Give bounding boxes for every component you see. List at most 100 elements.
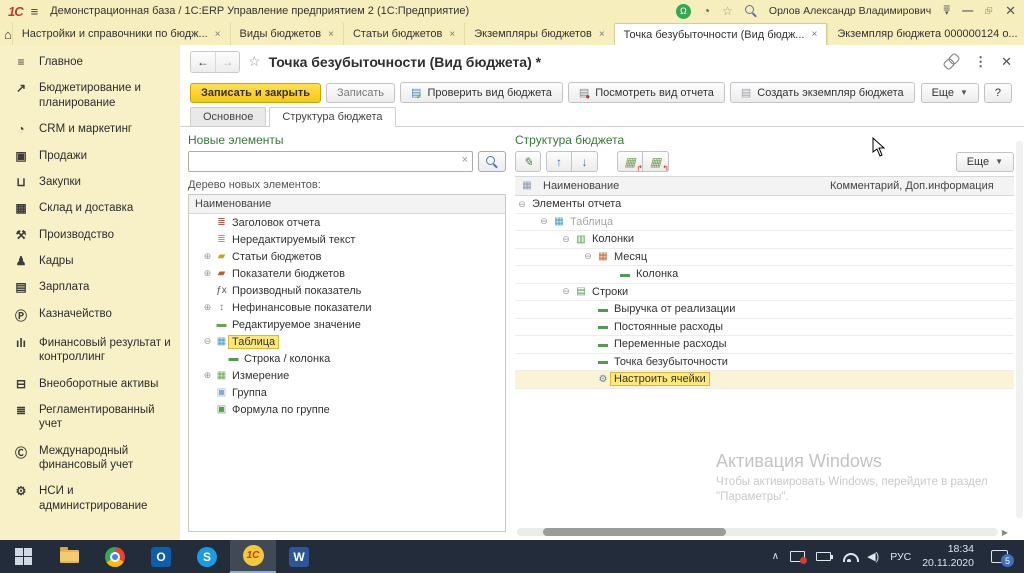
tree-row[interactable]: ƒx Производный показатель <box>189 282 505 299</box>
tree-row[interactable]: ▣ Формула по группе <box>189 401 505 418</box>
file-explorer-button[interactable] <box>46 540 92 573</box>
clock[interactable]: 18:34 20.11.2020 <box>922 543 974 569</box>
save-and-close-button[interactable]: Записать и закрыть <box>190 83 321 103</box>
global-search-icon[interactable] <box>745 5 757 17</box>
service-menu-icon[interactable]: ≡▾ <box>943 6 950 16</box>
sidebar-item[interactable]: ♟ Кадры <box>0 248 180 274</box>
skype-button[interactable]: S <box>184 540 230 573</box>
tree-row[interactable]: ⊕ ▦ Измерение <box>189 367 505 384</box>
sidebar-item[interactable]: ⚙ НСИ и администрирование <box>0 478 180 519</box>
expand-toggle-icon[interactable]: ⊖ <box>537 216 551 227</box>
battery-tray-icon[interactable] <box>816 552 831 561</box>
get-link-icon[interactable] <box>942 52 960 70</box>
save-button[interactable]: Записать <box>326 83 395 103</box>
tree-row[interactable]: ≣ Заголовок отчета <box>189 214 505 231</box>
action-center-icon[interactable]: 5 <box>991 550 1008 563</box>
more-dots-icon[interactable]: ⋮ <box>974 54 987 70</box>
tree-row[interactable]: ⊕ ▰ Показатели бюджетов <box>189 265 505 282</box>
structure-row[interactable]: ⊖ ▦ Таблица <box>515 214 1014 232</box>
sidebar-item[interactable]: ◔ CRM и маркетинг <box>0 116 180 142</box>
search-button[interactable] <box>478 151 506 172</box>
structure-more-button[interactable]: Еще ▼ <box>956 152 1014 172</box>
structure-row[interactable]: ▬ Постоянные расходы <box>515 319 1014 337</box>
sidebar-item[interactable]: Ⓟ Казначейство <box>0 301 180 330</box>
structure-row[interactable]: ⊖ ▤ Строки <box>515 284 1014 302</box>
history-icon[interactable]: ◔ <box>703 4 710 18</box>
sidebar-item[interactable]: ▦ Склад и доставка <box>0 195 180 221</box>
tree-row[interactable]: ▣ Группа <box>189 384 505 401</box>
window-close-button[interactable]: ✕ <box>1005 3 1016 19</box>
column-name[interactable]: Наименование <box>539 177 826 195</box>
help-button[interactable]: ? <box>984 83 1012 103</box>
structure-row[interactable]: ⊖ ▦ Месяц <box>515 249 1014 267</box>
edit-button[interactable]: ✎ <box>515 151 541 172</box>
tree-row[interactable]: ▬ Редактируемое значение <box>189 316 505 333</box>
sidebar-item[interactable]: ⊔ Закупки <box>0 169 180 195</box>
move-down-button[interactable]: ↓ <box>572 151 598 172</box>
tree-row[interactable]: ⊕ ▰ Статьи бюджетов <box>189 248 505 265</box>
window-tab[interactable]: Статьи бюджетов × <box>343 23 464 45</box>
favorite-star-icon[interactable]: ☆ <box>248 53 261 70</box>
outlook-button[interactable]: O <box>138 540 184 573</box>
tree-row[interactable]: ⊖ ▦ Таблица <box>189 333 505 350</box>
form-close-icon[interactable]: ✕ <box>1001 54 1012 70</box>
create-budget-instance-button[interactable]: ▤ Создать экземпляр бюджета <box>730 82 915 103</box>
structure-row[interactable]: ▬ Выручка от реализации <box>515 301 1014 319</box>
1c-app-button[interactable]: 1С <box>230 540 276 573</box>
structure-row[interactable]: ⚙ Настроить ячейки <box>515 371 1014 389</box>
tab-close-icon[interactable]: × <box>811 29 817 40</box>
sidebar-item[interactable]: ↗ Бюджетирование и планирование <box>0 75 180 116</box>
expand-toggle-icon[interactable]: ⊖ <box>201 336 214 347</box>
wifi-tray-icon[interactable] <box>842 552 856 562</box>
hamburger-menu-icon[interactable]: ≡ <box>31 4 39 19</box>
horizontal-scrollbar[interactable] <box>517 528 998 536</box>
structure-row[interactable]: ▬ Колонка <box>515 266 1014 284</box>
expand-toggle-icon[interactable]: ⊖ <box>515 199 529 210</box>
search-input[interactable] <box>188 151 473 172</box>
home-tab[interactable]: ⌂ <box>4 23 12 45</box>
volume-tray-icon[interactable]: ◀) <box>867 550 879 563</box>
expand-toggle-icon[interactable]: ⊖ <box>559 286 573 297</box>
indent-level-button[interactable]: ▦↱ <box>617 151 643 172</box>
tray-expand-icon[interactable]: ∧ <box>772 551 779 562</box>
sidebar-item[interactable]: Ⓒ Международный финансовый учет <box>0 438 180 479</box>
word-button[interactable]: W <box>276 540 322 573</box>
expand-toggle-icon[interactable]: ⊖ <box>559 234 573 245</box>
window-tab[interactable]: Экземпляр бюджета 000000124 о... × <box>827 23 1024 45</box>
scrollbar-thumb[interactable] <box>543 528 726 536</box>
expand-toggle-icon[interactable]: ⊕ <box>201 302 214 313</box>
structure-row[interactable]: ⊖ Элементы отчета <box>515 196 1014 214</box>
forward-button[interactable]: → <box>215 52 239 72</box>
window-tab[interactable]: Настройки и справочники по бюдж... × <box>12 23 230 45</box>
vertical-scrollbar[interactable] <box>1016 141 1023 518</box>
tab-close-icon[interactable]: × <box>328 29 334 40</box>
tree-row[interactable]: ⊕ ↕ Нефинансовые показатели <box>189 299 505 316</box>
more-button[interactable]: Еще ▼ <box>921 83 979 103</box>
tab-close-icon[interactable]: × <box>215 29 221 40</box>
column-comment[interactable]: Комментарий, Доп.информация <box>826 177 1014 195</box>
sidebar-item[interactable]: ≣ Регламентированный учет <box>0 397 180 438</box>
sidebar-item[interactable]: ▣ Продажи <box>0 143 180 169</box>
view-report-button[interactable]: ▤● Посмотреть вид отчета <box>568 82 725 103</box>
tree-row[interactable]: ≣ Нередактируемый текст <box>189 231 505 248</box>
col-settings-icon[interactable]: ▦ <box>515 177 539 195</box>
sidebar-item[interactable]: ▤ Зарплата <box>0 274 180 300</box>
screen-share-tray-icon[interactable] <box>790 551 805 562</box>
favorites-star-icon[interactable]: ☆ <box>722 4 733 18</box>
check-budget-view-button[interactable]: ▤✓ Проверить вид бюджета <box>400 82 563 103</box>
expand-toggle-icon[interactable]: ⊕ <box>201 251 214 262</box>
clear-search-icon[interactable]: × <box>462 154 468 166</box>
sidebar-item[interactable]: ⊟ Внеоборотные активы <box>0 371 180 397</box>
expand-toggle-icon[interactable]: ⊕ <box>201 370 214 381</box>
tab-close-icon[interactable]: × <box>599 29 605 40</box>
start-button[interactable] <box>0 540 46 573</box>
sidebar-item[interactable]: ≡ Главное <box>0 49 180 75</box>
column-header[interactable]: Наименование <box>189 195 505 214</box>
sidebar-item[interactable]: ılı Финансовый результат и контроллинг <box>0 330 180 371</box>
structure-row[interactable]: ▬ Переменные расходы <box>515 336 1014 354</box>
sidebar-item[interactable]: ⚒ Производство <box>0 222 180 248</box>
form-tab[interactable]: Основное <box>190 107 266 126</box>
window-tab[interactable]: Экземпляры бюджетов × <box>464 23 613 45</box>
expand-toggle-icon[interactable]: ⊕ <box>201 268 214 279</box>
expand-toggle-icon[interactable]: ⊖ <box>581 251 595 262</box>
